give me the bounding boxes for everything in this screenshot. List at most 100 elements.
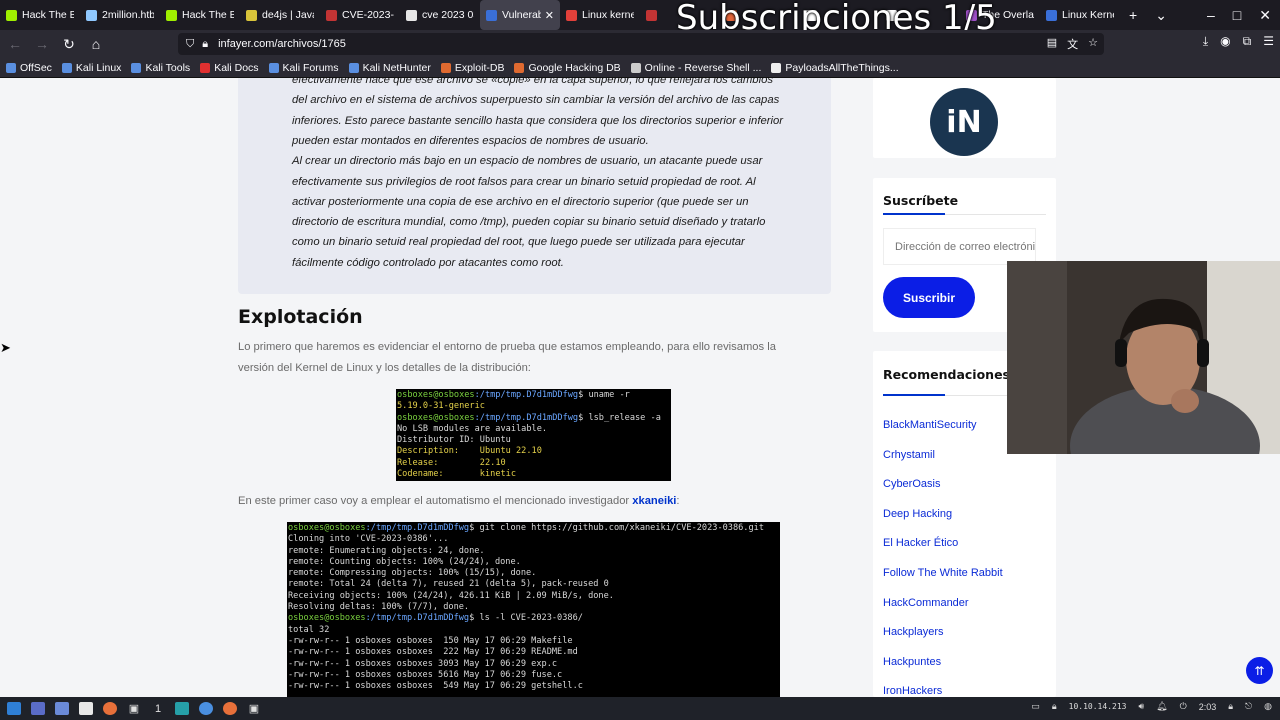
- forward-arrow-icon[interactable]: →: [30, 32, 54, 56]
- bookmark-item[interactable]: Kali Linux: [61, 62, 121, 74]
- bookmark-item[interactable]: Kali Docs: [200, 61, 259, 74]
- terminal-output: Ubuntu 22.10: [459, 446, 542, 457]
- quote-line: Al crear un directorio más bajo en un es…: [292, 155, 763, 168]
- terminal-key: Codename:: [397, 469, 444, 480]
- tab-label: Hack The B: [182, 9, 234, 21]
- recommendation-link[interactable]: Crhystamil: [883, 449, 935, 461]
- vpn-lock-icon[interactable]: 🔒︎: [1052, 701, 1057, 712]
- email-field[interactable]: [883, 228, 1036, 265]
- file-manager-icon[interactable]: [52, 700, 72, 718]
- extensions-icon[interactable]: ⧉: [1243, 34, 1252, 49]
- scroll-to-top-button[interactable]: ⇈: [1246, 657, 1273, 684]
- recommendation-link[interactable]: Deep Hacking: [883, 508, 952, 520]
- close-tab-icon[interactable]: ✕: [545, 9, 554, 22]
- recommendation-link[interactable]: HackCommander: [883, 597, 969, 609]
- bookmark-item[interactable]: Kali NetHunter: [348, 62, 431, 74]
- recommendation-link[interactable]: Hackpuntes: [883, 656, 941, 668]
- bookmark-item[interactable]: PayloadsAllTheThings...: [771, 62, 899, 74]
- firefox-window-icon[interactable]: [220, 700, 240, 718]
- site-logo[interactable]: iN: [930, 88, 998, 156]
- lock-screen-icon[interactable]: 🔒︎: [1228, 701, 1233, 712]
- terminal-output: -rw-rw-r-- 1 osboxes osboxes 3093 May 17…: [288, 658, 558, 669]
- quote-line: fácilmente código controlado por atacant…: [292, 256, 564, 269]
- reload-icon[interactable]: ↻: [57, 32, 81, 56]
- star-bookmark-icon[interactable]: ☆: [1088, 36, 1098, 52]
- reader-mode-icon[interactable]: ▤: [1047, 36, 1057, 52]
- browser-tab[interactable]: Linux Kerne: [1040, 0, 1120, 30]
- bookmark-item[interactable]: Google Hacking DB: [514, 62, 621, 74]
- favicon-icon: [246, 9, 257, 21]
- browser-tab[interactable]: 2million.htb/ap: [80, 0, 160, 30]
- browser-tab[interactable]: de4js | Java: [240, 0, 320, 30]
- subscribe-button[interactable]: Suscribir: [883, 277, 975, 318]
- logout-icon[interactable]: ⎋: [1245, 701, 1252, 712]
- tab-label: Vulnerab: [502, 9, 541, 21]
- bookmark-item[interactable]: OffSec: [6, 62, 52, 74]
- shield-icon[interactable]: ⛉: [186, 38, 194, 51]
- burp-icon[interactable]: [172, 700, 192, 718]
- back-arrow-icon[interactable]: ←: [3, 32, 27, 56]
- tab-overflow-button[interactable]: ⌄: [1146, 7, 1176, 24]
- browser-tab[interactable]: Hack The B: [160, 0, 240, 30]
- quote-line: del archivo en el sistema de archivos su…: [292, 94, 780, 107]
- section-heading: Explotación: [238, 306, 363, 328]
- browser-tab[interactable]: Vulnerab ✕: [480, 0, 560, 30]
- download-icon[interactable]: ⤓: [1203, 34, 1208, 49]
- bookmark-item[interactable]: Kali Forums: [268, 62, 339, 74]
- bookmark-item[interactable]: Kali Tools: [131, 62, 190, 74]
- tab-label: 2million.htb/ap: [102, 9, 154, 21]
- terminal-window-icon[interactable]: ▣: [244, 700, 264, 718]
- window-icon[interactable]: ▭: [1031, 701, 1040, 712]
- browser-tab[interactable]: cve 2023 03: [400, 0, 480, 30]
- chromium-icon[interactable]: [196, 700, 216, 718]
- power-icon[interactable]: ⏻: [1180, 701, 1187, 712]
- favicon-icon: [406, 9, 417, 21]
- bookmark-icon: [771, 62, 782, 73]
- terminal-screenshot-1: osboxes@osboxes:/tmp/tmp.D7d1mDDfwg$ una…: [396, 389, 671, 481]
- recommendation-link[interactable]: CyberOasis: [883, 478, 940, 490]
- home-icon[interactable]: ⌂: [84, 32, 108, 56]
- terminal-key: Release:: [397, 457, 439, 468]
- menu-icon[interactable]: ☰: [1263, 34, 1274, 49]
- close-window-button[interactable]: ✕: [1250, 7, 1280, 24]
- new-tab-button[interactable]: +: [1120, 7, 1146, 23]
- minimize-button[interactable]: –: [1198, 7, 1224, 23]
- url-text[interactable]: infayer.com/archivos/1765: [218, 38, 346, 50]
- kali-menu-icon[interactable]: [4, 700, 24, 718]
- notifications-icon[interactable]: 🔔︎: [1156, 701, 1167, 712]
- show-desktop-icon[interactable]: [28, 700, 48, 718]
- volume-icon[interactable]: 🔊︎: [1138, 701, 1144, 712]
- mouse-cursor-icon: ➤: [0, 340, 11, 355]
- url-bar[interactable]: ⛉ 🔒︎ infayer.com/archivos/1765 ▤ 文 ☆: [178, 33, 1104, 55]
- recommendation-link[interactable]: Follow The White Rabbit: [883, 567, 1003, 579]
- os-taskbar: ▣ 1 ▣ ▭ 🔒︎ 10.10.14.213 🔊︎ 🔔︎ ⏻ 2:03 🔒︎ …: [0, 697, 1280, 720]
- browser-tab[interactable]: Linux kerne: [560, 0, 640, 30]
- account-icon[interactable]: ◉: [1220, 34, 1230, 49]
- recommendation-link[interactable]: BlackMantiSecurity: [883, 419, 977, 431]
- bookmark-icon: [440, 62, 451, 73]
- favicon-icon: [326, 9, 337, 21]
- terminal-output: remote: Compressing objects: 100% (15/15…: [288, 568, 537, 579]
- network-icon[interactable]: ◍: [1264, 701, 1272, 712]
- terminal-output: Resolving deltas: 100% (7/7), done.: [288, 602, 470, 613]
- firefox-icon[interactable]: [100, 700, 120, 718]
- recommendation-link[interactable]: Hackplayers: [883, 626, 944, 638]
- terminal-output: 5.19.0-31-generic: [397, 401, 485, 412]
- bookmark-label: Kali Docs: [214, 61, 259, 74]
- tab-label: de4js | Java: [262, 9, 314, 21]
- bookmark-item[interactable]: Exploit-DB: [440, 62, 504, 74]
- bookmark-item[interactable]: Online - Reverse Shell ...: [630, 62, 761, 74]
- browser-tab[interactable]: CVE-2023-0: [320, 0, 400, 30]
- browser-tab[interactable]: Hack The B: [0, 0, 80, 30]
- maximize-button[interactable]: □: [1224, 7, 1250, 23]
- workspace-switcher[interactable]: 1: [148, 700, 168, 718]
- terminal-output: total 32: [288, 624, 330, 635]
- recommendation-link[interactable]: IronHackers: [883, 685, 942, 697]
- lock-icon[interactable]: 🔒︎: [202, 38, 208, 51]
- translate-icon[interactable]: 文: [1067, 36, 1078, 52]
- recommendations-heading: Recomendaciones: [883, 367, 1010, 382]
- recommendation-link[interactable]: El Hacker Ético: [883, 537, 958, 549]
- terminal-icon[interactable]: ▣: [124, 700, 144, 718]
- author-link[interactable]: xkaneiki: [632, 495, 676, 507]
- text-editor-icon[interactable]: [76, 700, 96, 718]
